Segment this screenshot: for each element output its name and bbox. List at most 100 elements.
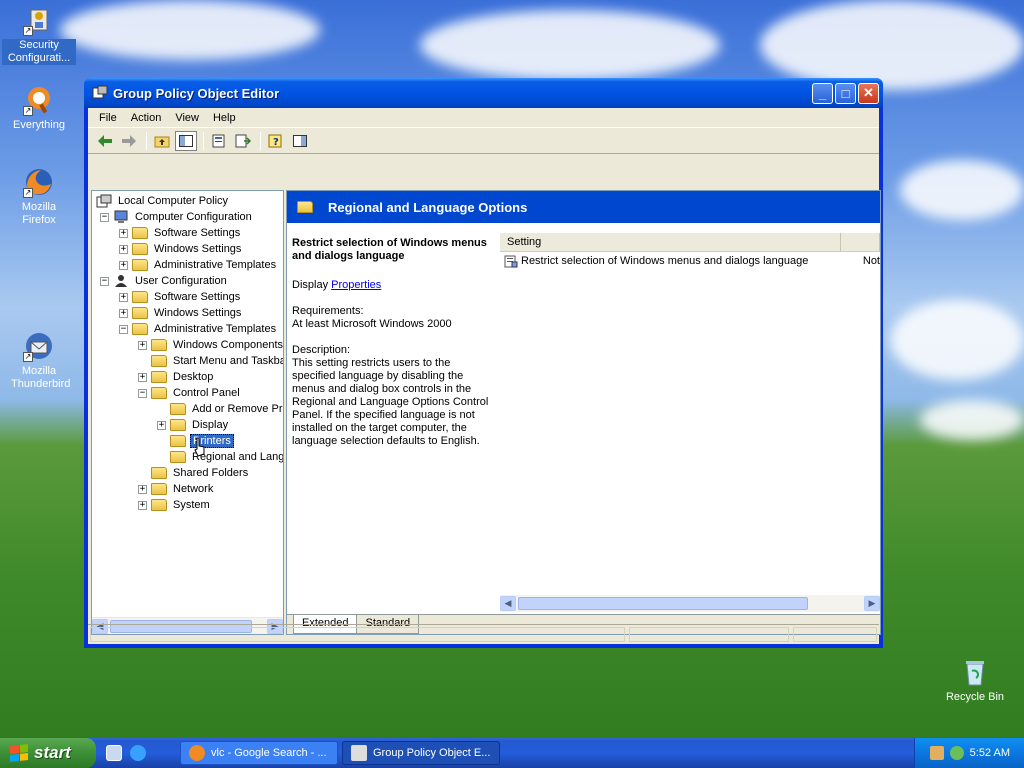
expand-icon: + <box>119 243 128 254</box>
gpedit-app-icon <box>92 85 108 101</box>
clock[interactable]: 5:52 AM <box>970 747 1010 759</box>
network-tray-icon[interactable] <box>929 746 944 760</box>
expand-icon: + <box>119 227 128 238</box>
back-button[interactable] <box>94 131 116 151</box>
folder-icon <box>151 339 167 351</box>
details-header: Regional and Language Options <box>287 191 880 223</box>
help-button[interactable]: ? <box>265 131 287 151</box>
setting-name: Restrict selection of Windows menus and … <box>521 255 809 267</box>
security-tray-icon[interactable] <box>949 746 964 760</box>
tree-item-windows-components[interactable]: + Windows Components <box>138 337 283 353</box>
security-config-icon: ↗ <box>23 4 55 36</box>
tree-item-computer-configuration[interactable]: − Computer Configuration <box>100 209 254 225</box>
system-tray: 5:52 AM <box>914 738 1024 768</box>
requirements-label: Requirements: <box>292 305 364 317</box>
console-tree[interactable]: Local Computer Policy − Computer Configu… <box>91 190 284 635</box>
firefox-icon: ↗ <box>23 166 55 198</box>
properties-button[interactable] <box>208 131 230 151</box>
desktop-icon-everything[interactable]: ↗ Everything <box>2 84 76 132</box>
computer-icon <box>114 210 128 223</box>
tree-item-regional-language[interactable]: Regional and Langu <box>170 449 283 465</box>
menu-view[interactable]: View <box>168 112 206 124</box>
desktop-icon-thunderbird[interactable]: ↗ Mozilla Thunderbird <box>2 330 76 391</box>
start-label: start <box>34 743 71 762</box>
description-text: This setting restricts users to the spec… <box>292 357 489 447</box>
desktop-icon-label: Mozilla Thunderbird <box>11 365 71 390</box>
tree-item-desktop[interactable]: + Desktop <box>138 369 215 385</box>
folder-up-icon <box>154 136 170 147</box>
desktop-icon-firefox[interactable]: ↗ Mozilla Firefox <box>2 166 76 227</box>
minimize-button[interactable]: _ <box>812 82 833 104</box>
gpedit-window[interactable]: Group Policy Object Editor _ □ ✕ File Ac… <box>84 78 883 648</box>
tree-item-software-settings[interactable]: + Software Settings <box>119 225 242 241</box>
list-item[interactable]: Restrict selection of Windows menus and … <box>500 252 880 270</box>
close-button[interactable]: ✕ <box>858 82 879 104</box>
up-one-level-button[interactable] <box>151 131 173 151</box>
export-list-button[interactable] <box>232 131 254 151</box>
show-hide-tree-button[interactable] <box>175 130 197 151</box>
desktop-icon-recycle-bin[interactable]: Recycle Bin <box>938 656 1012 704</box>
expand-icon: + <box>138 483 147 494</box>
desktop-icon-label: Recycle Bin <box>945 691 1005 703</box>
settings-list[interactable]: Setting Restrict selection of Windows me… <box>500 233 880 623</box>
column-setting[interactable]: Setting <box>500 233 841 251</box>
title-bar[interactable]: Group Policy Object Editor _ □ ✕ <box>84 78 883 108</box>
details-pane: Regional and Language Options Restrict s… <box>286 190 881 635</box>
toolbar: ? <box>88 128 879 154</box>
tree-item-windows-settings[interactable]: + Windows Settings <box>119 305 243 321</box>
menu-help[interactable]: Help <box>206 112 243 124</box>
details-header-title: Regional and Language Options <box>328 199 528 215</box>
tree-item-start-menu-taskbar[interactable]: Start Menu and Taskba <box>151 353 283 369</box>
toolbar-separator <box>203 131 204 150</box>
forward-button[interactable] <box>118 131 140 151</box>
folder-icon <box>132 291 148 303</box>
properties-link[interactable]: Properties <box>331 279 381 291</box>
tree-toggle-icon <box>179 134 193 147</box>
column-state[interactable] <box>841 233 880 251</box>
start-button[interactable]: start <box>0 738 96 768</box>
folder-icon <box>132 243 148 255</box>
desktop-icon-security-config[interactable]: ↗ Security Configurati... <box>2 4 76 65</box>
tree-item-control-panel[interactable]: − Control Panel <box>138 385 242 401</box>
tree-item-add-remove-programs[interactable]: Add or Remove Pro <box>170 401 283 417</box>
tree-item-local-computer-policy[interactable]: Local Computer Policy <box>96 193 230 209</box>
taskbar-button-firefox[interactable]: vlc - Google Search - ... <box>180 741 338 765</box>
tree-item-display[interactable]: + Display <box>157 417 230 433</box>
status-panel <box>793 627 877 642</box>
tree-item-user-configuration[interactable]: − User Configuration <box>100 273 229 289</box>
help-icon: ? <box>268 134 282 148</box>
toolbar-separator <box>146 131 147 150</box>
tree-item-windows-settings[interactable]: + Windows Settings <box>119 241 243 257</box>
menu-action[interactable]: Action <box>124 112 169 124</box>
maximize-icon: □ <box>841 85 850 101</box>
policy-icon <box>96 194 112 208</box>
tree-item-shared-folders[interactable]: Shared Folders <box>151 465 250 481</box>
tree-item-administrative-templates[interactable]: + Administrative Templates <box>119 257 278 273</box>
scroll-right-icon[interactable]: ▶ <box>864 596 880 611</box>
show-desktop-icon[interactable] <box>106 745 122 761</box>
export-list-icon <box>235 134 251 147</box>
scroll-thumb[interactable] <box>518 597 808 610</box>
taskbar-button-gpedit[interactable]: Group Policy Object E... <box>342 741 500 765</box>
list-horizontal-scrollbar[interactable]: ◀ ▶ <box>500 595 880 612</box>
tree-item-network[interactable]: + Network <box>138 481 215 497</box>
back-arrow-icon <box>98 134 112 147</box>
desktop-icon-label: Security Configurati... <box>2 39 76 65</box>
expand-icon: + <box>119 307 128 318</box>
show-hide-action-pane-button[interactable] <box>289 131 311 151</box>
tree-item-system[interactable]: + System <box>138 497 212 513</box>
window-title: Group Policy Object Editor <box>113 85 280 101</box>
tree-item-administrative-templates[interactable]: − Administrative Templates <box>119 321 278 337</box>
scroll-left-icon[interactable]: ◀ <box>500 596 516 611</box>
windows-logo-icon <box>10 744 28 762</box>
folder-icon <box>151 467 167 479</box>
menu-file[interactable]: File <box>92 112 124 124</box>
desktop-icon-label: Mozilla Firefox <box>21 201 57 226</box>
tree-item-software-settings[interactable]: + Software Settings <box>119 289 242 305</box>
description-label: Description: <box>292 344 351 356</box>
internet-explorer-icon[interactable] <box>130 745 146 761</box>
maximize-button[interactable]: □ <box>835 82 856 104</box>
folder-icon <box>170 451 186 463</box>
display-label: Display <box>292 279 329 291</box>
folder-icon <box>151 483 167 495</box>
